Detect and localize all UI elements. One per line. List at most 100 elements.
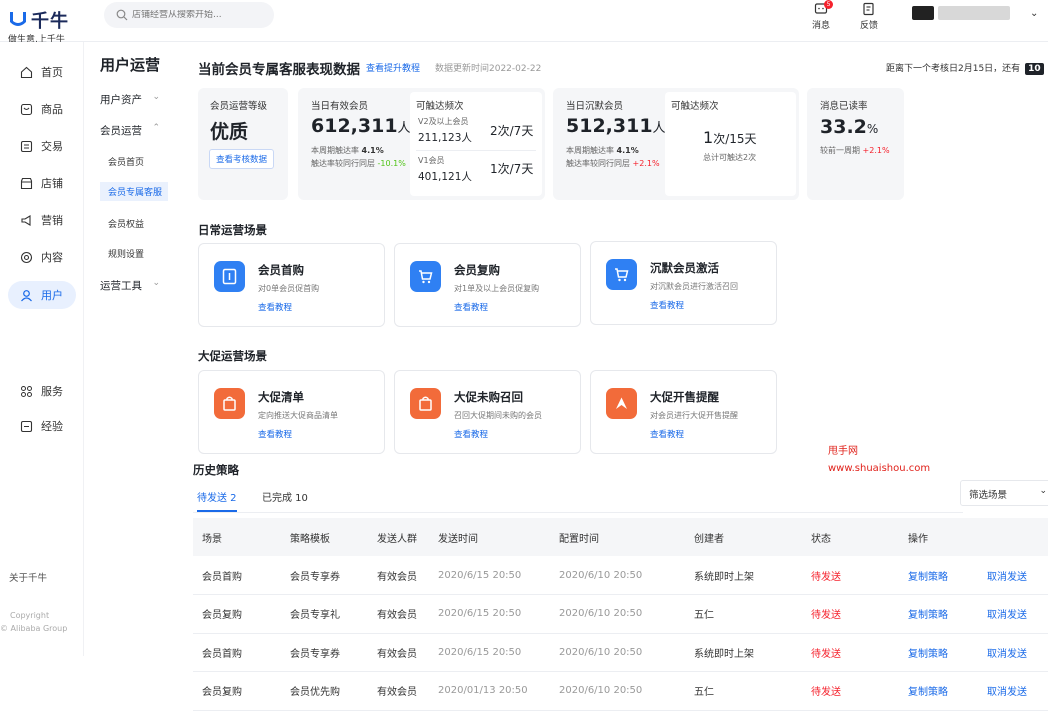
scene-desc: 对1单及以上会员促复购 xyxy=(454,284,540,293)
cell-status: 待发送 xyxy=(811,633,908,672)
compare-label: 较前一周期 xyxy=(820,146,860,155)
silent-unit: 人 xyxy=(652,121,666,136)
effective-label: 当日有效会员 xyxy=(311,101,369,112)
rate-value: 4.1% xyxy=(616,146,639,155)
scene-tutorial-link[interactable]: 查看教程 xyxy=(650,299,684,311)
update-time: 数据更新时间2022-02-22 xyxy=(435,64,542,74)
avatar[interactable] xyxy=(912,6,934,20)
nav-item-service[interactable]: 服务 xyxy=(8,377,76,405)
nav-item-experience[interactable]: 经验 xyxy=(8,412,76,440)
nav-item-user[interactable]: 用户 xyxy=(8,281,76,309)
company-text: © Alibaba Group xyxy=(0,624,68,633)
table-row: 会员复购 会员专享礼 有效会员 2020/6/15 20:50 2020/6/1… xyxy=(193,594,1048,634)
scene-card-promo-reminder[interactable]: 大促开售提醒 对会员进行大促开售提醒 查看教程 xyxy=(590,370,777,454)
subnav-group-label: 会员运营 xyxy=(100,125,142,137)
messages-button[interactable]: 5 消息 xyxy=(807,0,835,31)
scene-tutorial-link[interactable]: 查看教程 xyxy=(454,428,488,440)
scene-title: 大促清单 xyxy=(258,390,304,404)
subnav-group-tools[interactable]: 运营工具 ⌄ xyxy=(100,278,160,293)
scene-card-first-purchase[interactable]: 会员首购 对0单会员促首购 查看教程 xyxy=(198,243,385,327)
copy-strategy-link[interactable]: 复制策略 xyxy=(908,671,987,711)
nav-item-label: 店铺 xyxy=(41,177,63,190)
subnav-item-member-rights[interactable]: 会员权益 xyxy=(108,217,144,230)
countdown: 距离下一个考核日2月15日，还有 10 天 xyxy=(886,61,1048,75)
read-compare: 较前一周期 +2.1% xyxy=(820,145,890,156)
silent-frequency-panel: 可触达频次 1次/15天 总计可触达2次 xyxy=(665,92,796,196)
v1-label: V1会员 xyxy=(418,156,445,165)
cell-crowd: 有效会员 xyxy=(377,556,438,595)
v1-value: 401,121人 xyxy=(418,171,472,183)
tab-pending[interactable]: 待发送 2 xyxy=(197,489,237,512)
account-chevron-down-icon[interactable]: ⌄ xyxy=(1030,8,1038,19)
cell-status: 待发送 xyxy=(811,556,908,595)
account-name-blurred[interactable] xyxy=(938,6,1010,20)
subnav-group-member-ops[interactable]: 会员运营 ⌃ xyxy=(100,123,160,138)
cancel-send-link[interactable]: 取消发送 xyxy=(987,671,1048,711)
v1-frequency: 1次/7天 xyxy=(490,162,534,176)
grid-icon xyxy=(21,385,32,397)
subnav-item-member-service[interactable]: 会员专属客服 xyxy=(100,182,176,201)
tutorial-link[interactable]: 查看提升教程 xyxy=(366,61,420,74)
bag-icon xyxy=(214,388,245,419)
scene-card-promo-recall[interactable]: 大促未购召回 召回大促期间未购的会员 查看教程 xyxy=(394,370,581,454)
countdown-prefix: 距离下一个考核日2月15日，还有 xyxy=(886,64,1021,74)
scene-filter-select[interactable]: 筛选场景 ⌄ xyxy=(960,480,1048,506)
promo-section-title: 大促运营场景 xyxy=(198,349,267,363)
cell-template: 会员优先购 xyxy=(290,671,377,711)
scene-card-repurchase[interactable]: 会员复购 对1单及以上会员促复购 查看教程 xyxy=(394,243,581,327)
nav-item-trade[interactable]: 交易 xyxy=(8,132,76,160)
cell-config-time: 2020/6/10 20:50 xyxy=(559,671,694,711)
feedback-button[interactable]: 反馈 xyxy=(855,2,883,31)
subnav-item-member-home[interactable]: 会员首页 xyxy=(108,155,144,168)
scene-tutorial-link[interactable]: 查看教程 xyxy=(454,301,488,313)
scene-card-promo-list[interactable]: 大促清单 定向推送大促商品清单 查看教程 xyxy=(198,370,385,454)
column-header: 发送时间 xyxy=(438,518,559,556)
tag-icon xyxy=(214,261,245,292)
nav-item-marketing[interactable]: 营销 xyxy=(8,206,76,234)
tab-done[interactable]: 已完成 10 xyxy=(262,489,308,504)
search-input[interactable] xyxy=(132,10,262,20)
nav-item-home[interactable]: 首页 xyxy=(8,58,76,86)
about-link[interactable]: 关于千牛 xyxy=(9,570,47,584)
v2-label: V2及以上会员 xyxy=(418,117,469,126)
column-header: 发送人群 xyxy=(377,518,438,556)
scene-tutorial-link[interactable]: 查看教程 xyxy=(650,428,684,440)
nav-item-content[interactable]: 内容 xyxy=(8,243,76,271)
table-header-row: 场景 策略模板 发送人群 发送时间 配置时间 创建者 状态 操作 xyxy=(193,518,1048,556)
cancel-send-link[interactable]: 取消发送 xyxy=(987,633,1048,672)
silent-members-card: 当日沉默会员 512,311人 本周期触达率 4.1% 触达率较同行同层 +2.… xyxy=(553,88,799,200)
messages-label: 消息 xyxy=(811,21,830,31)
nav-item-label: 交易 xyxy=(41,140,63,153)
rate-value: 4.1% xyxy=(361,146,384,155)
copy-strategy-link[interactable]: 复制策略 xyxy=(908,633,987,672)
effective-unit: 人 xyxy=(397,121,411,136)
cancel-send-link[interactable]: 取消发送 xyxy=(987,594,1048,634)
cell-creator: 系统即时上架 xyxy=(694,556,811,595)
nav-item-shop[interactable]: 店铺 xyxy=(8,169,76,197)
scene-tutorial-link[interactable]: 查看教程 xyxy=(258,301,292,313)
copy-strategy-link[interactable]: 复制策略 xyxy=(908,556,987,595)
cancel-send-link[interactable]: 取消发送 xyxy=(987,556,1048,595)
silent-compare: 触达率较同行同层 +2.1% xyxy=(566,158,660,169)
scene-title: 会员复购 xyxy=(454,263,500,277)
subnav-item-rules[interactable]: 规则设置 xyxy=(108,247,144,260)
subnav-group-user-assets[interactable]: 用户资产 ⌄ xyxy=(100,92,160,107)
nav-item-label: 服务 xyxy=(41,385,63,398)
effective-value: 612,311 xyxy=(311,115,398,137)
read-value-row: 33.2% xyxy=(820,116,878,138)
level-value: 优质 xyxy=(210,121,249,143)
scene-desc: 对会员进行大促开售提醒 xyxy=(650,411,738,420)
chevron-up-icon: ⌃ xyxy=(152,123,160,133)
cell-status: 待发送 xyxy=(811,671,908,711)
column-header: 状态 xyxy=(811,518,908,556)
cart-icon xyxy=(410,261,441,292)
nav-item-goods[interactable]: 商品 xyxy=(8,95,76,123)
top-bar: 千牛 做生意,上千牛 5 消息 反馈 ⌄ xyxy=(0,0,1048,45)
scene-tutorial-link[interactable]: 查看教程 xyxy=(258,428,292,440)
search-box[interactable] xyxy=(104,2,274,28)
copy-strategy-link[interactable]: 复制策略 xyxy=(908,594,987,634)
table-row: 会员复购 会员优先购 有效会员 2020/01/13 20:50 2020/6/… xyxy=(193,671,1048,711)
order-icon xyxy=(20,140,33,152)
scene-card-silent-activation[interactable]: 沉默会员激活 对沉默会员进行激活召回 查看教程 xyxy=(590,241,777,325)
view-assessment-button[interactable]: 查看考核数据 xyxy=(209,149,275,169)
